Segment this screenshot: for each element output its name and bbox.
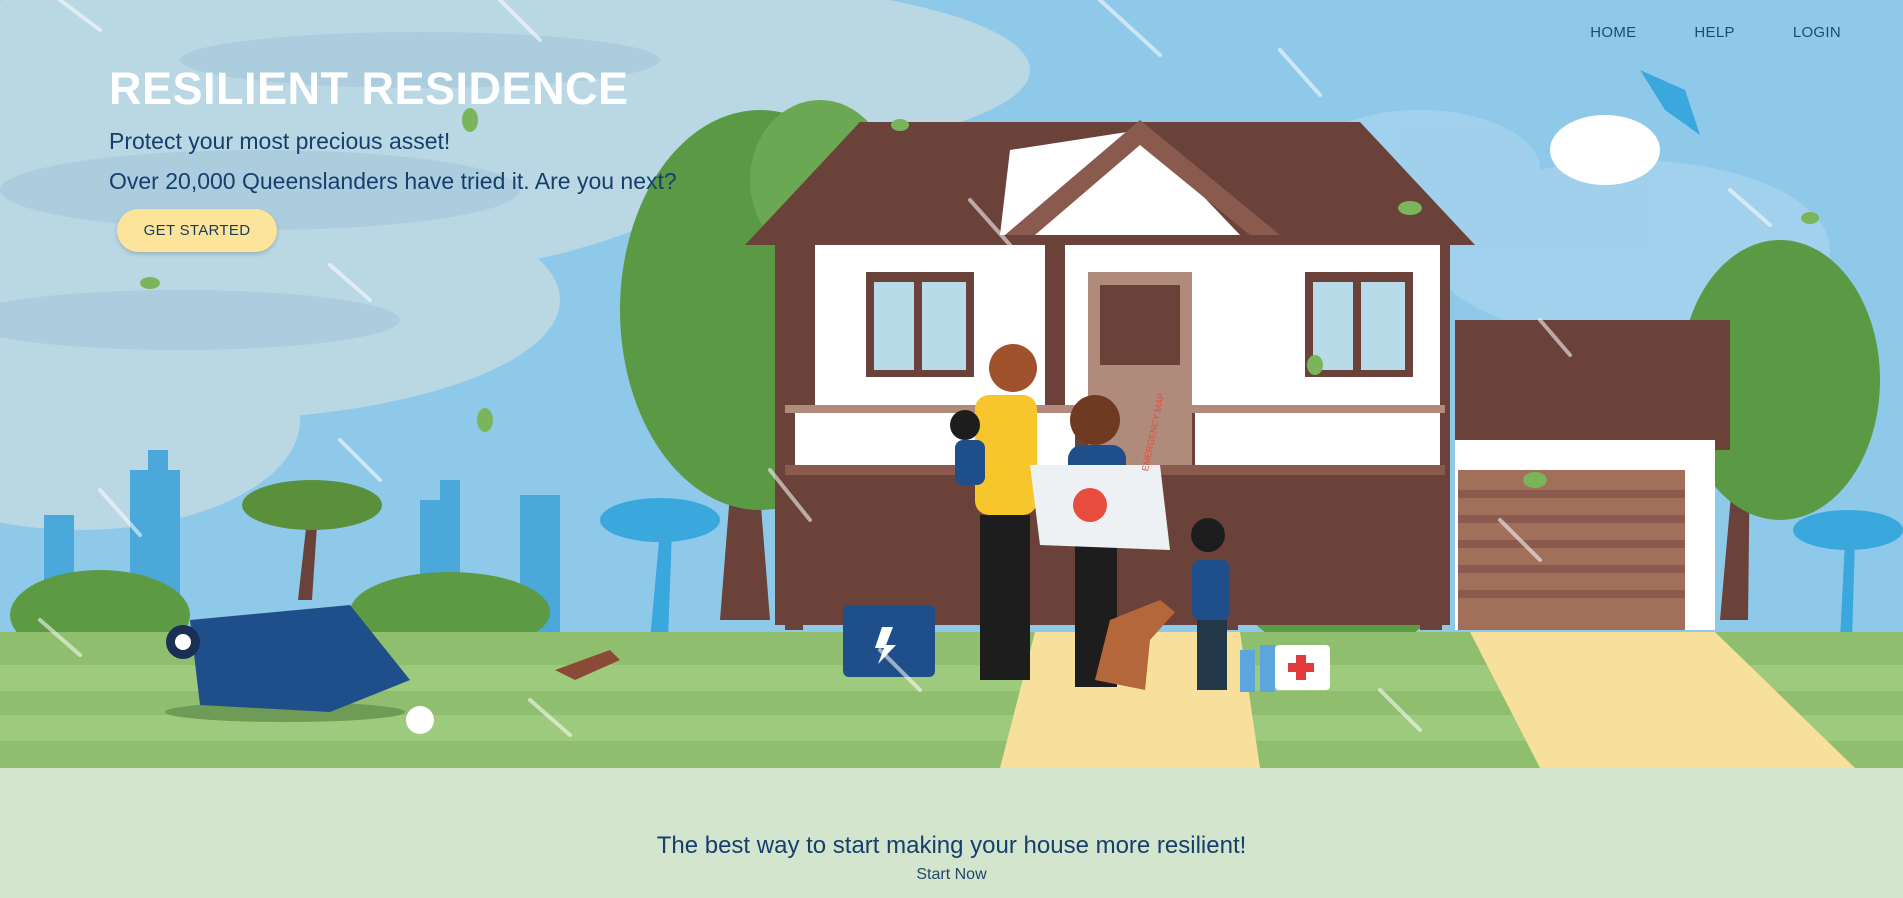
first-aid-kit [1240,645,1330,692]
hero-title: RESILIENT RESIDENCE [109,63,629,114]
nav-help-link[interactable]: HELP [1694,24,1734,41]
nav-home-link[interactable]: HOME [1590,24,1636,41]
nav-login-link[interactable]: LOGIN [1793,24,1841,41]
start-now-link[interactable]: Start Now [0,866,1903,884]
hero-text-block: RESILIENT RESIDENCE Protect your most pr… [109,62,677,196]
top-nav: HOME HELP LOGIN [1532,24,1841,41]
intro-headline: The best way to start making your house … [656,832,1247,859]
get-started-button[interactable]: GET STARTED [117,209,277,252]
hero-tagline: Over 20,000 Queenslanders have tried it.… [109,168,677,194]
hero-section: HOME HELP LOGIN RESILIENT RESIDENCE Prot… [0,0,1903,768]
hero-subtitle: Protect your most precious asset! [109,128,451,154]
intro-section: The best way to start making your house … [0,768,1903,898]
generator [843,605,935,677]
